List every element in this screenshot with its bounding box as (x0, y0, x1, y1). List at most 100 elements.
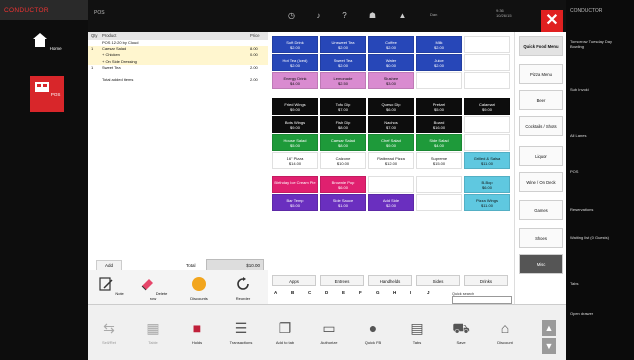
right-nav-item[interactable]: POS (570, 169, 578, 175)
tab-entrees[interactable]: Entrees (320, 275, 364, 286)
menu-item-button[interactable]: Add Side $2.00 (368, 194, 414, 211)
help-icon[interactable]: ? (340, 11, 349, 20)
discount-button[interactable]: ⌂ Discount (490, 319, 520, 359)
menu-item-button[interactable]: Coffee $2.00 (368, 36, 414, 53)
holds-button[interactable]: ■ Holds (182, 319, 212, 359)
letter-filter-i[interactable]: I (410, 290, 411, 295)
menu-item-button[interactable]: Side Salad $4.00 (416, 134, 462, 151)
category-button[interactable]: Quick Food Menu (519, 36, 563, 56)
menu-item-button[interactable]: Tofu Dip $7.00 (320, 98, 366, 115)
right-nav-item[interactable]: Tomorrow Tuesday Day Bowling (570, 39, 626, 49)
menu-item-button[interactable]: Nachos $7.00 (368, 116, 414, 133)
letter-filter-g[interactable]: G (376, 290, 380, 295)
nav-pos[interactable]: POS (30, 76, 64, 112)
menu-item-button[interactable]: Flatbread Pizza $12.00 (368, 152, 414, 169)
coin-icon: ● (368, 320, 378, 336)
menu-item-button[interactable]: Chef Salad $9.00 (368, 134, 414, 151)
category-column: Quick Food Menu Pizza Menu Beer Cocktails /… (514, 32, 566, 304)
add-to-tab-button[interactable]: ❐ Add to tab (270, 319, 300, 359)
tip-icon[interactable]: ♪ (314, 11, 323, 20)
menu-item-button[interactable]: Calamari $9.00 (464, 98, 510, 115)
tab-handhelds[interactable]: Handhelds (368, 275, 412, 286)
category-button[interactable]: Beer (519, 90, 563, 110)
tab-drinks[interactable]: Drinks (464, 275, 508, 286)
menu-item-button[interactable]: Lemonade $2.50 (320, 72, 366, 89)
menu-item-button[interactable]: House Salad $5.00 (272, 134, 318, 151)
tab-sides[interactable]: Sides (416, 275, 460, 286)
bottom-button-label: Authorize (320, 340, 338, 345)
menu-item-button[interactable]: Brownie Pop $6.00 (320, 176, 366, 193)
menu-item-button[interactable]: Energy Drink $4.00 (272, 72, 318, 89)
menu-item-button[interactable]: Soft Drink $2.00 (272, 36, 318, 53)
right-nav-item[interactable]: Waiting list (0 Guests) (570, 235, 610, 241)
users-icon[interactable]: ☗ (368, 11, 377, 20)
order-row[interactable]: Total added items 2.00 (88, 77, 268, 83)
letter-filter-a[interactable]: A (274, 290, 277, 295)
bell-icon[interactable]: ▲ (398, 11, 407, 20)
letter-filter-d[interactable]: D (325, 290, 328, 295)
menu-item-button[interactable]: Bar Temp $5.00 (272, 194, 318, 211)
menu-item-button[interactable]: Pizza Wings $11.00 (464, 194, 510, 211)
letter-filter-b[interactable]: B (291, 290, 294, 295)
quick-fb-button[interactable]: ● Quick FB (358, 319, 388, 359)
category-button[interactable]: Misc (519, 254, 563, 274)
authorize-button[interactable]: ▭ Authorize (314, 319, 344, 359)
right-nav-item[interactable]: All Lanes (570, 133, 586, 139)
category-button[interactable]: Shoes (519, 228, 563, 248)
category-button[interactable]: Wine / On Deck (519, 172, 563, 192)
menu-item-button[interactable]: Hot Tea (Iced) $2.00 (272, 54, 318, 71)
menu-item-price: $2.00 (337, 63, 348, 68)
menu-item-button[interactable]: Birthday Ice Cream Pie (272, 176, 318, 193)
menu-item-price: $7.00 (337, 107, 348, 112)
menu-item-button[interactable]: 16" Pizza $14.00 (272, 152, 318, 169)
close-button[interactable]: ✕ (541, 10, 563, 32)
category-button[interactable]: Cocktails / Shots (519, 116, 563, 136)
menu-item-button[interactable]: Calzone $10.00 (320, 152, 366, 169)
search-input[interactable] (452, 296, 512, 304)
letter-filter-f[interactable]: F (359, 290, 362, 295)
menu-item-button[interactable]: Slushee $3.00 (368, 72, 414, 89)
menu-item-button[interactable]: Bots Wings $9.00 (272, 116, 318, 133)
scroll-down-button[interactable]: ▼ (542, 338, 556, 354)
menu-item-button[interactable]: Unsweet Tea $2.00 (320, 36, 366, 53)
category-button[interactable]: Pizza Menu (519, 64, 563, 84)
menu-item-button[interactable]: Sweet Tea $2.00 (320, 54, 366, 71)
menu-item-button[interactable]: Milk $2.00 (416, 36, 462, 53)
scroll-up-button[interactable]: ▲ (542, 320, 556, 336)
right-nav-item[interactable]: Sub Invoki (570, 87, 626, 93)
menu-item-button[interactable]: Queso Dip $6.00 (368, 98, 414, 115)
letter-filter-j[interactable]: J (427, 290, 430, 295)
menu-item-button[interactable]: B-Bop $6.00 (464, 176, 510, 193)
letter-filter-e[interactable]: E (342, 290, 345, 295)
table-button[interactable]: ▦ Table (138, 319, 168, 359)
order-row[interactable]: 1 Sweet Tea 2.00 (88, 65, 268, 71)
right-nav-item[interactable]: Reservations (570, 207, 593, 213)
save-button[interactable]: ⛟ Save (446, 319, 476, 359)
menu-item-button[interactable]: Grilled & Salsa $11.00 (464, 152, 510, 169)
menu-item-button[interactable]: Pretzel $5.00 (416, 98, 462, 115)
product-header: Product (102, 33, 117, 38)
menu-item-button[interactable]: Board $16.00 (416, 116, 462, 133)
nav-home[interactable]: Home (30, 30, 64, 66)
tab-apps[interactable]: Apps (272, 275, 316, 286)
category-button[interactable]: Games (519, 200, 563, 220)
category-button[interactable]: Liquor (519, 146, 563, 166)
bottom-button-label: Save (456, 340, 466, 345)
menu-item-button[interactable]: Supreme $15.00 (416, 152, 462, 169)
menu-item-button[interactable]: Caesar Salad $8.00 (320, 134, 366, 151)
clock-icon[interactable]: ◷ (287, 11, 296, 20)
menu-item-button[interactable]: Fish Dip $8.00 (320, 116, 366, 133)
order-panel: Qty Product Price POS 12:20 by Cloud 1 Cae… (88, 32, 268, 304)
menu-item-button (464, 72, 510, 89)
right-nav-item[interactable]: Open drawer (570, 311, 600, 317)
right-nav-item[interactable]: Tabs (570, 281, 578, 287)
tabs-button[interactable]: ▤ Tabs (402, 319, 432, 359)
menu-item-button[interactable]: Water $0.00 (368, 54, 414, 71)
transactions-button[interactable]: ☰ Transactions (226, 319, 256, 359)
menu-item-button[interactable]: Side Sauce $1.00 (320, 194, 366, 211)
letter-filter-c[interactable]: C (308, 290, 311, 295)
letter-filter-h[interactable]: H (393, 290, 396, 295)
menu-item-button[interactable]: Juice $2.00 (416, 54, 462, 71)
sell-ret-button[interactable]: ⇆ Sell/Ret (94, 319, 124, 359)
menu-item-button[interactable]: Fried Wings $9.00 (272, 98, 318, 115)
